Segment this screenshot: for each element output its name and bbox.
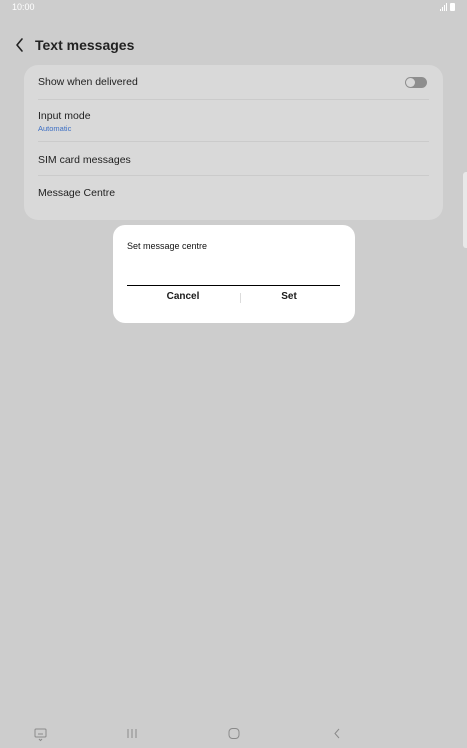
setting-message-centre[interactable]: Message Centre — [38, 187, 429, 199]
message-centre-input[interactable] — [127, 269, 340, 286]
status-icons — [440, 3, 455, 11]
setting-label: SIM card messages — [38, 154, 131, 166]
home-icon — [228, 728, 240, 739]
battery-icon — [450, 3, 455, 11]
setting-sim-card-messages[interactable]: SIM card messages — [38, 154, 429, 166]
setting-input-mode[interactable]: Input mode Automatic — [38, 110, 429, 133]
back-nav-button[interactable] — [327, 726, 347, 742]
status-bar: 10:00 — [0, 0, 467, 16]
back-button[interactable] — [10, 35, 30, 55]
navigation-bar — [0, 720, 467, 748]
page-title: Text messages — [35, 37, 135, 53]
setting-label: Input mode — [38, 110, 91, 122]
recents-icon — [127, 729, 137, 738]
cancel-button[interactable]: Cancel — [133, 291, 233, 302]
divider — [38, 99, 429, 100]
divider — [38, 175, 429, 176]
home-button[interactable] — [224, 726, 244, 742]
show-when-delivered-toggle[interactable] — [405, 77, 427, 88]
divider — [38, 141, 429, 142]
signal-icon — [440, 3, 447, 11]
back-icon — [334, 728, 340, 739]
setting-show-when-delivered[interactable]: Show when delivered — [38, 76, 429, 88]
edge-panel-handle[interactable] — [463, 172, 467, 248]
app-bar: Text messages — [0, 30, 467, 60]
set-message-centre-dialog: Set message centre Cancel Set — [113, 225, 355, 323]
chevron-left-icon — [16, 38, 23, 52]
toggle-knob — [406, 78, 415, 87]
setting-label: Message Centre — [38, 187, 116, 199]
recents-button[interactable] — [122, 726, 142, 742]
setting-value: Automatic — [38, 124, 72, 133]
keyboard-icon — [34, 728, 47, 742]
setting-label: Show when delivered — [38, 76, 138, 88]
status-time: 10:00 — [12, 2, 35, 12]
set-button[interactable]: Set — [239, 291, 339, 302]
keyboard-button[interactable] — [31, 726, 51, 742]
dialog-title: Set message centre — [127, 241, 208, 251]
settings-card: Show when delivered Input mode Automatic… — [24, 65, 443, 220]
